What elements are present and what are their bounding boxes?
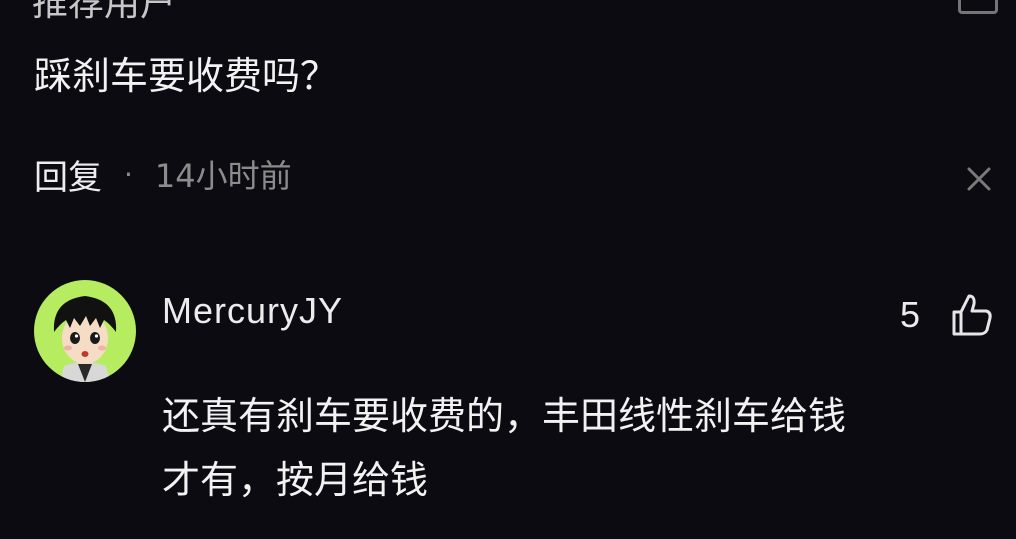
reply-button[interactable]: 回复 [34,150,102,199]
reply-username[interactable]: MercuryJY [162,290,343,332]
comment-meta: 回复 · 14小时前 [34,150,292,199]
like-count: 5 [900,294,921,335]
comment-timestamp: 14小时前 [154,157,292,195]
previous-username-partial[interactable]: 推荐用户 [32,0,176,26]
reply-text: 还真有刹车要收费的，丰田线性刹车给钱 才有，按月给钱 [162,384,982,512]
meta-separator: · [124,157,133,191]
reply-text-line: 才有，按月给钱 [162,458,429,502]
thumbs-up-icon[interactable] [946,290,996,340]
avatar[interactable] [34,280,136,382]
comment-text: 踩刹车要收费吗？ [34,54,339,98]
reply-text-line: 还真有刹车要收费的，丰田线性刹车给钱 [162,394,847,438]
more-icon[interactable] [958,0,998,14]
close-icon[interactable] [962,162,996,196]
